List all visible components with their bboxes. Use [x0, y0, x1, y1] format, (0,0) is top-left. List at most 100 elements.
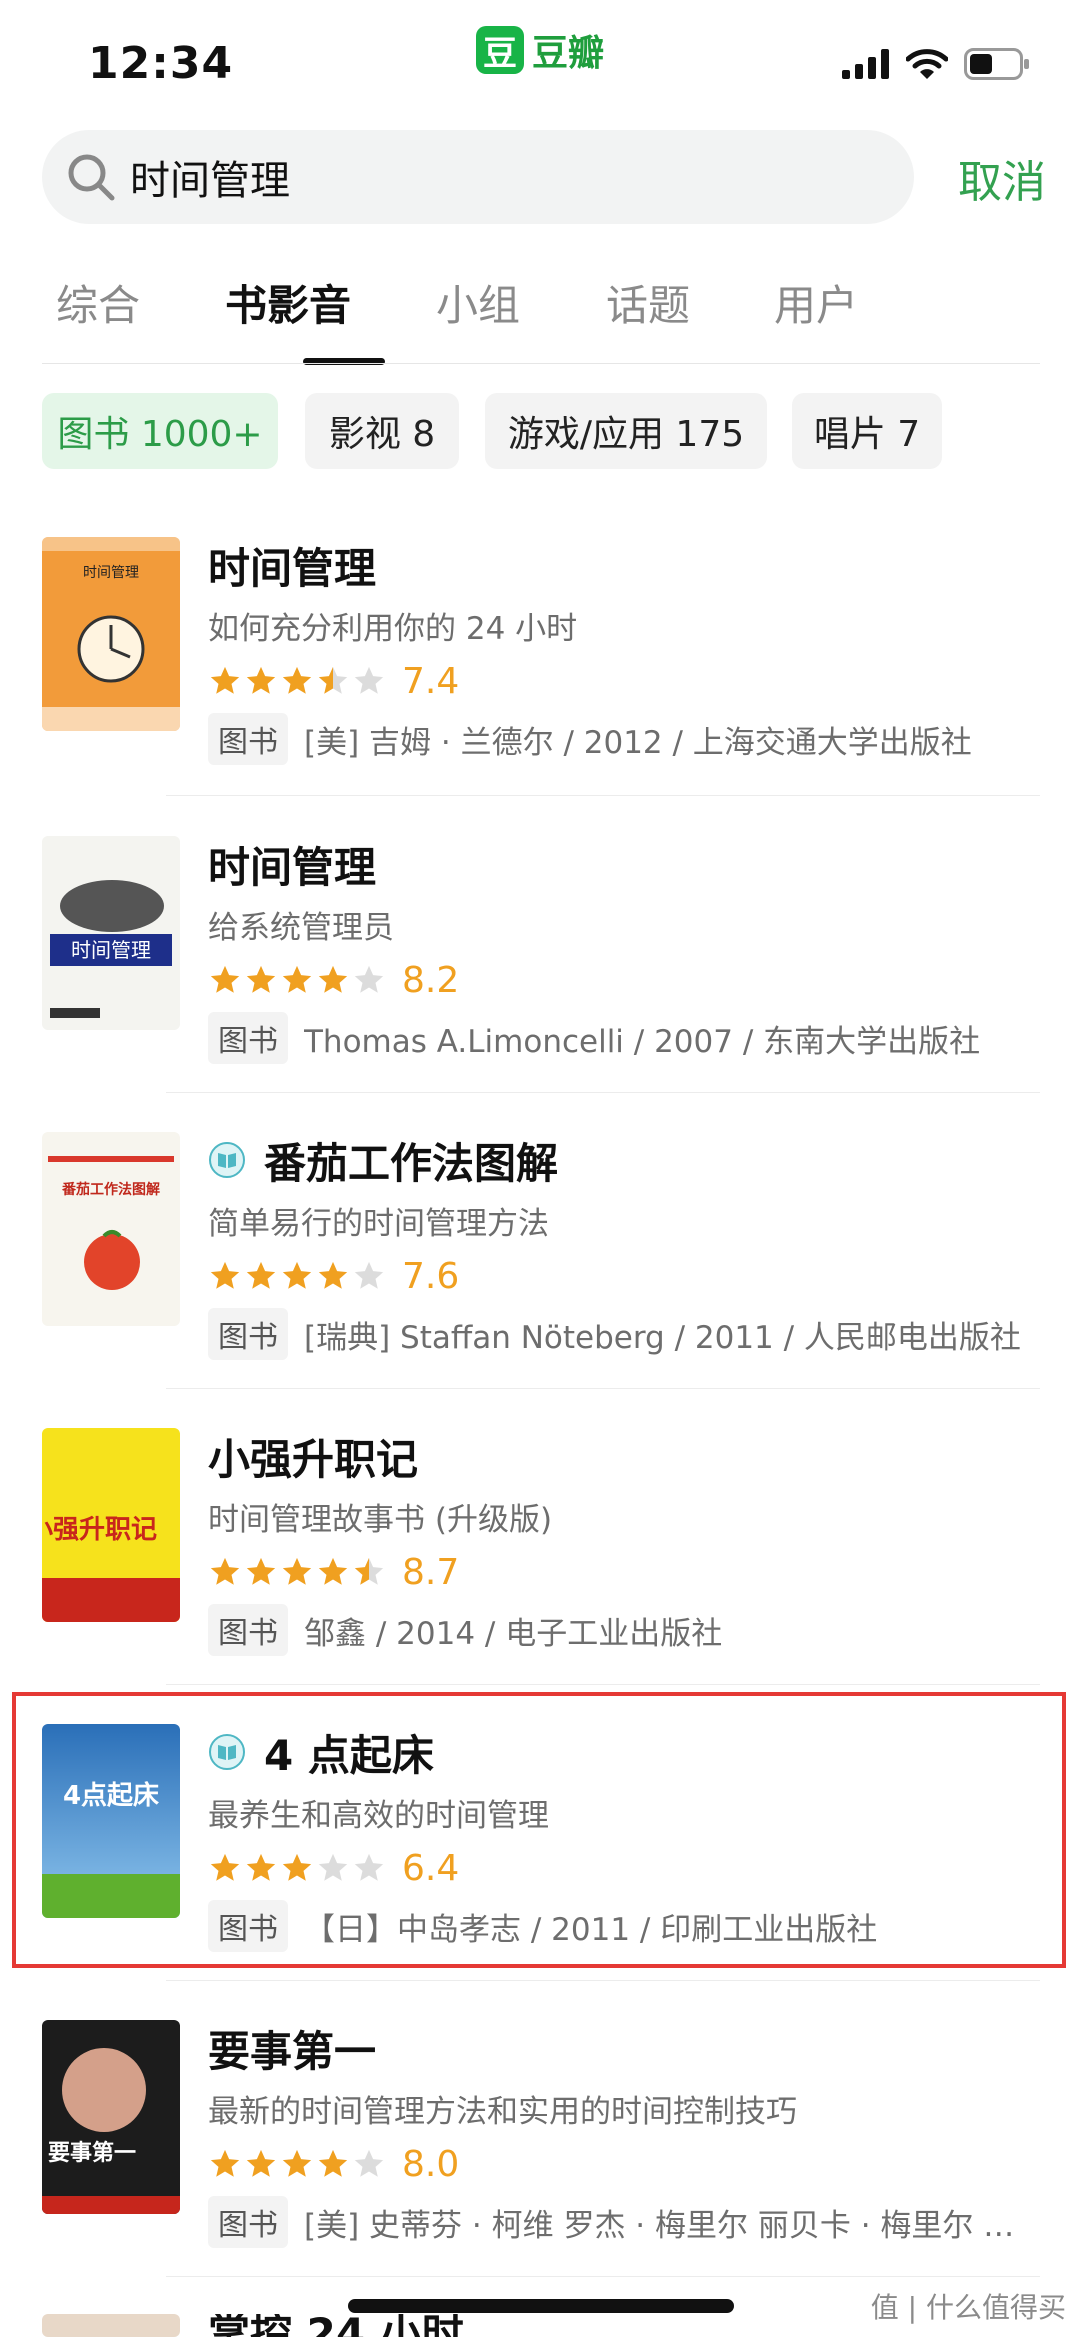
book-cover: 番茄工作法图解: [42, 1132, 180, 1326]
rating-stars: [208, 664, 386, 698]
star-icon: [282, 2149, 312, 2177]
wifi-icon: [906, 49, 948, 79]
rating-score: 7.4: [402, 660, 460, 702]
star-icon: [246, 965, 276, 993]
result-subtitle: 如何充分利用你的 24 小时: [208, 611, 578, 647]
star-icon: [210, 1557, 240, 1585]
result-subtitle: 时间管理故事书 (升级版): [208, 1502, 553, 1538]
search-input[interactable]: 时间管理: [42, 130, 914, 224]
star-icon: [318, 2149, 348, 2177]
star-icon: [246, 2149, 276, 2177]
cancel-button[interactable]: 取消: [958, 146, 1046, 210]
result-meta: 邹鑫 / 2014 / 电子工业出版社: [304, 1615, 723, 1652]
tab-books-films-music[interactable]: 书影音: [225, 272, 351, 333]
home-indicator: [348, 2299, 734, 2313]
rating-score: 8.0: [402, 2143, 460, 2185]
result-subtitle: 简单易行的时间管理方法: [208, 1206, 549, 1242]
result-item[interactable]: 时间管理 时间管理 给系统管理员 8.2 图书 Thomas A.Limoncel…: [42, 836, 1040, 1064]
tabs-divider: [42, 363, 1040, 364]
star-icon: [282, 965, 312, 993]
result-title: 番茄工作法图解: [264, 1138, 559, 1188]
filter-games-apps[interactable]: 游戏/应用 175: [485, 393, 767, 469]
tab-users[interactable]: 用户: [774, 272, 858, 333]
star-icon: [318, 1557, 348, 1585]
battery-icon: [964, 48, 1029, 80]
result-title: 小强升职记: [208, 1434, 419, 1484]
result-meta: Thomas A.Limoncelli / 2007 / 东南大学出版社: [304, 1023, 981, 1060]
type-tag: 图书: [208, 1604, 288, 1656]
status-bar: 12:34 豆 豆瓣: [0, 0, 1080, 120]
rating-stars: [208, 1555, 386, 1589]
result-meta: [瑞典] Staffan Nöteberg / 2011 / 人民邮电出版社: [304, 1319, 1021, 1356]
rating-score: 8.7: [402, 1551, 460, 1593]
book-cover: 要事第一: [42, 2020, 180, 2214]
type-tag: 图书: [208, 1308, 288, 1360]
result-meta: [美] 史蒂芬 · 柯维 罗杰 · 梅里尔 丽贝卡 · 梅里尔 / 2...: [304, 2207, 1024, 2244]
star-icon: [282, 1557, 312, 1585]
result-subtitle: 最新的时间管理方法和实用的时间控制技巧: [208, 2094, 797, 2130]
filter-records[interactable]: 唱片 7: [792, 393, 942, 469]
type-tag: 图书: [208, 2196, 288, 2248]
search-query: 时间管理: [130, 158, 290, 204]
highlight-box: [12, 1692, 1066, 1968]
result-meta: [美] 吉姆 · 兰德尔 / 2012 / 上海交通大学出版社: [304, 724, 972, 761]
book-cover: 时间管理: [42, 836, 180, 1030]
result-item[interactable]: 时间管理 时间管理 如何充分利用你的 24 小时 7.4 图书 [美] 吉姆 · …: [42, 537, 1040, 765]
result-divider: [166, 795, 1040, 796]
type-tag: 图书: [208, 1012, 288, 1064]
filter-film-tv[interactable]: 影视 8: [305, 393, 459, 469]
rating-stars: [208, 963, 386, 997]
svg-text:要事第一: 要事第一: [48, 2140, 136, 2166]
brand: 豆 豆瓣: [476, 24, 604, 76]
result-divider: [166, 1388, 1040, 1389]
rating-score: 7.6: [402, 1255, 460, 1297]
read-online-icon: [209, 1142, 245, 1178]
star-icon: [282, 666, 312, 694]
result-item[interactable]: 番茄工作法图解 番茄工作法图解 简单易行的时间管理方法 7.6 图书 [瑞典] S…: [42, 1132, 1040, 1360]
rating-stars: [208, 1259, 386, 1293]
star-icon: [354, 666, 384, 694]
svg-text:时间管理: 时间管理: [83, 565, 139, 581]
tab-comprehensive[interactable]: 综合: [56, 272, 140, 333]
tab-topics[interactable]: 话题: [606, 272, 690, 333]
douban-logo-icon: 豆: [476, 26, 524, 74]
star-icon: [246, 1557, 276, 1585]
result-divider: [166, 1980, 1040, 1981]
star-icon: [246, 1261, 276, 1289]
star-icon: [354, 965, 384, 993]
result-divider: [166, 2276, 1040, 2277]
watermark-text: 值 | 什么值得买: [870, 2291, 1066, 2324]
type-tag: 图书: [208, 713, 288, 765]
star-icon: [210, 666, 240, 694]
star-icon: [354, 1557, 384, 1585]
status-icons: [842, 48, 1030, 80]
result-title: 掌控 24 小时: [208, 2314, 464, 2337]
result-divider: [166, 1092, 1040, 1093]
svg-text:番茄工作法图解: 番茄工作法图解: [61, 1181, 160, 1198]
star-icon: [210, 965, 240, 993]
star-icon: [318, 1261, 348, 1289]
star-icon: [210, 1261, 240, 1289]
result-subtitle: 给系统管理员: [208, 910, 394, 946]
star-icon: [318, 965, 348, 993]
result-title: 时间管理: [208, 842, 377, 892]
brand-name: 豆瓣: [532, 33, 605, 74]
rating-score: 8.2: [402, 959, 460, 1001]
book-cover: 小强升职记: [42, 1428, 180, 1622]
svg-text:小强升职记: 小强升职记: [42, 1515, 157, 1545]
result-title: 时间管理: [208, 543, 377, 593]
status-time: 12:34: [88, 38, 234, 89]
search-icon: [68, 154, 115, 201]
watermark: 值 | 什么值得买: [871, 2286, 1066, 2326]
book-cover: [42, 2314, 180, 2337]
result-divider: [166, 1684, 1040, 1685]
tab-bar: 综合 书影音 小组 话题 用户: [56, 272, 1036, 365]
search-row: 时间管理 取消: [42, 130, 1046, 224]
tab-groups[interactable]: 小组: [436, 272, 520, 333]
result-item[interactable]: 要事第一 要事第一 最新的时间管理方法和实用的时间控制技巧 8.0 图书 [美] …: [42, 2020, 1040, 2248]
star-icon: [246, 666, 276, 694]
star-icon: [354, 2149, 384, 2177]
result-item[interactable]: 小强升职记 小强升职记 时间管理故事书 (升级版) 8.7 图书邹鑫 / 201…: [42, 1428, 1040, 1656]
filter-books[interactable]: 图书 1000+: [42, 393, 278, 469]
star-icon: [354, 1261, 384, 1289]
